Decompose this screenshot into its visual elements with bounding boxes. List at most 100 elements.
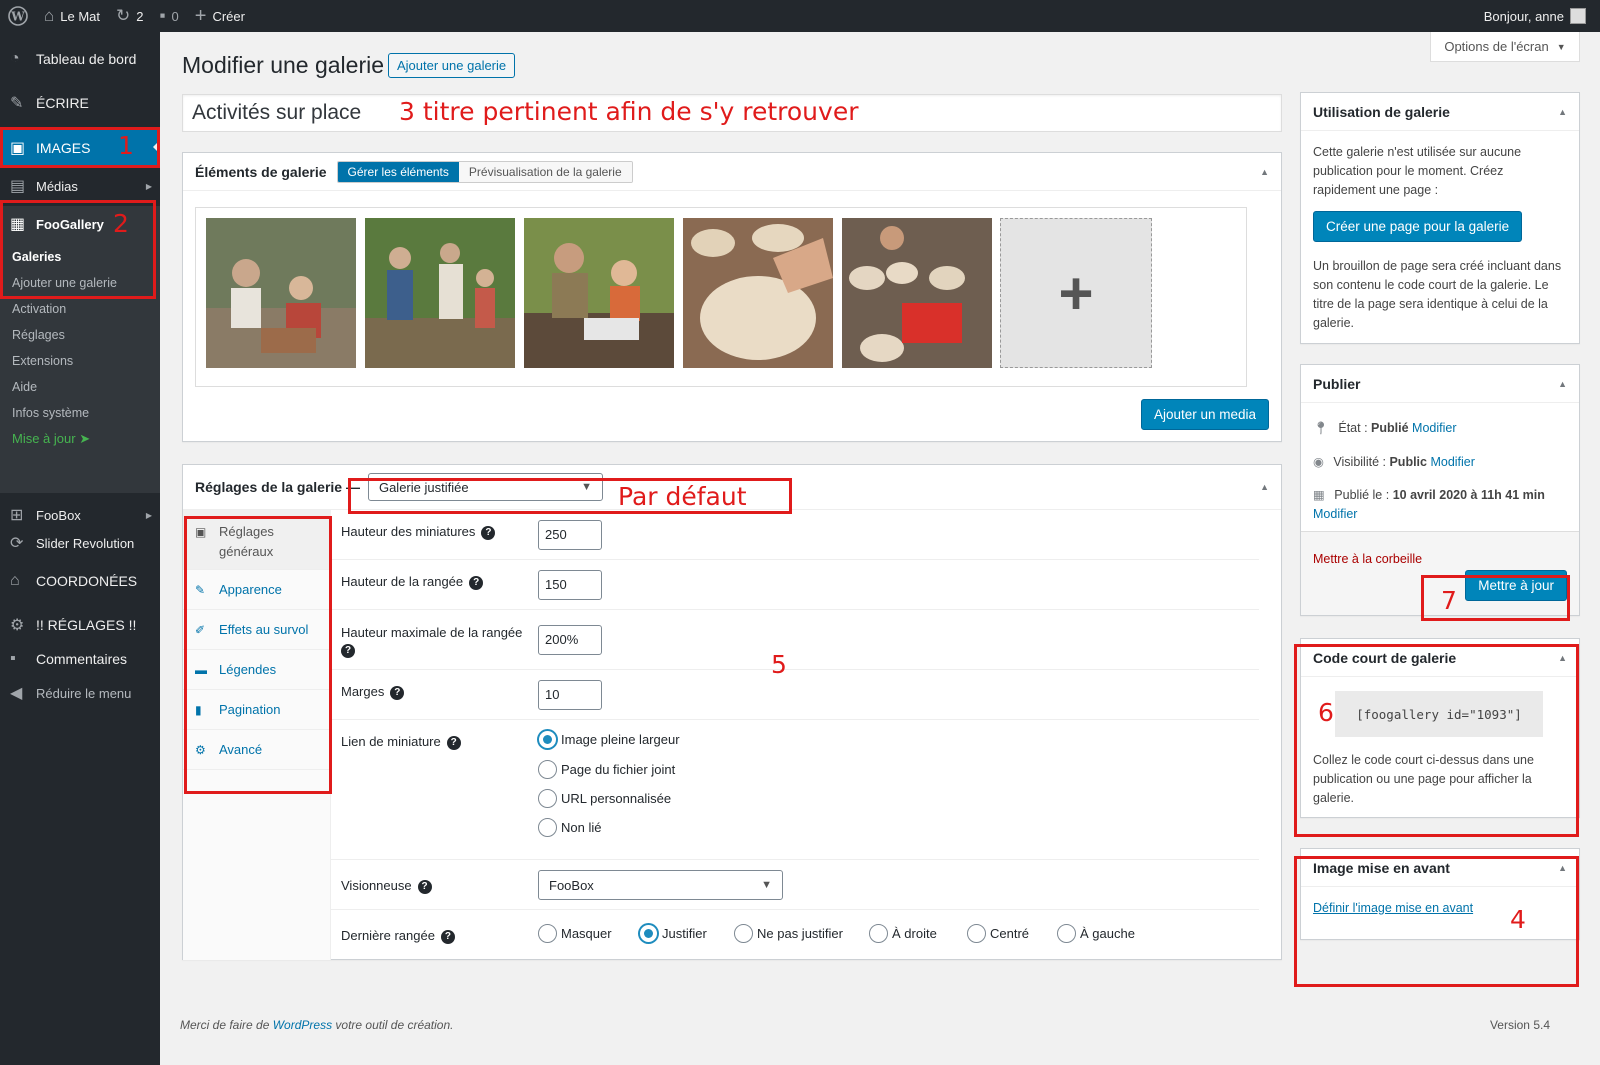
menu-contact[interactable]: ⌂ COORDONÉES (0, 564, 160, 598)
refresh-icon: ↻ (116, 6, 131, 25)
gallery-thumbnail[interactable] (683, 218, 833, 368)
thumb-height-input[interactable]: 250 (538, 520, 602, 550)
collapse-arrow-icon[interactable]: ▲ (1260, 167, 1269, 177)
gallery-thumbnail[interactable] (206, 218, 356, 368)
updates-link[interactable]: ↻ 2 (108, 0, 151, 32)
menu-dashboard[interactable]: ◔ Tableau de bord (0, 42, 160, 76)
trash-link[interactable]: Mettre à la corbeille (1313, 550, 1422, 569)
footer-suffix: votre outil de création. (335, 1018, 454, 1032)
submenu-update[interactable]: Mise à jour ➤ (12, 431, 90, 447)
gallery-thumbnail[interactable] (524, 218, 674, 368)
radio-last-row-justify[interactable]: Justifier (639, 924, 707, 943)
gallery-title-value: Activités sur place (192, 101, 362, 124)
menu-label: Tableau de bord (36, 51, 137, 67)
setting-label: Lien de miniature? (341, 734, 461, 750)
wordpress-link[interactable]: WordPress (273, 1018, 332, 1032)
site-link[interactable]: ⌂ Le Mat (36, 0, 108, 32)
annotation-3: 3 titre pertinent afin de s'y retrouver (399, 97, 859, 126)
radio-full-image[interactable]: Image pleine largeur (538, 730, 680, 749)
submenu-system-info[interactable]: Infos système (12, 406, 89, 420)
gallery-items-box: Éléments de galerie Gérer les éléments P… (182, 152, 1282, 442)
tab-manage-items[interactable]: Gérer les éléments (337, 161, 459, 182)
account-menu[interactable]: Bonjour, anne (1484, 8, 1600, 24)
caret-down-icon: ▼ (1556, 41, 1566, 52)
help-icon[interactable]: ? (390, 685, 405, 700)
submenu-activation[interactable]: Activation (12, 302, 66, 316)
screen-options-button[interactable]: Options de l'écran ▼ (1430, 32, 1580, 62)
label-text: Dernière rangée (341, 928, 435, 943)
help-icon[interactable]: ? (446, 735, 461, 750)
annotation-4: 4 (1510, 905, 1526, 934)
lightbox-select[interactable]: FooBox ▼ (538, 870, 783, 900)
page-title: Modifier une galerie (182, 52, 385, 78)
radio-circle (538, 924, 557, 943)
wordpress-logo-icon[interactable]: W (0, 0, 36, 32)
radio-last-row-nojustify[interactable]: Ne pas justifier (734, 924, 843, 943)
setting-label: Visionneuse? (341, 878, 432, 894)
setting-label: Dernière rangée? (341, 928, 455, 944)
setting-label: Hauteur des miniatures? (341, 524, 496, 540)
help-icon[interactable]: ? (341, 643, 355, 658)
gallery-thumbnail[interactable] (842, 218, 992, 368)
menu-write[interactable]: ✎ ÉCRIRE (0, 86, 160, 120)
home-icon: ⌂ (44, 6, 55, 25)
menu-label: Slider Revolution (36, 535, 135, 551)
usage-note: Un brouillon de page sera créé incluant … (1313, 259, 1562, 330)
edit-status-link[interactable]: Modifier (1412, 421, 1456, 435)
help-icon[interactable]: ? (417, 879, 432, 894)
create-page-button[interactable]: Créer une page pour la galerie (1313, 211, 1523, 242)
menu-slider-revolution[interactable]: ⟳ Slider Revolution (0, 526, 160, 560)
help-icon[interactable]: ? (481, 525, 496, 540)
comment-icon: ▪ (159, 6, 166, 25)
margins-input[interactable]: 10 (538, 680, 602, 710)
row-height-input[interactable]: 150 (538, 570, 602, 600)
radio-custom-url[interactable]: URL personnalisée (538, 789, 671, 808)
radio-last-row-left[interactable]: À gauche (1057, 924, 1135, 943)
menu-collapse[interactable]: ◀ Réduire le menu (0, 676, 160, 710)
label-text: Marges (341, 684, 385, 699)
gallery-settings-box: Réglages de la galerie — Galerie justifi… (182, 464, 1282, 960)
radio-last-row-right[interactable]: À droite (869, 924, 937, 943)
radio-last-row-hide[interactable]: Masquer (538, 924, 612, 943)
menu-label: Médias (36, 178, 78, 194)
collapse-arrow-icon[interactable]: ▲ (1558, 379, 1567, 389)
publish-date: ▦ Publié le : 10 avril 2020 à 11h 41 min… (1313, 486, 1573, 524)
menu-comments[interactable]: ▪ Commentaires (0, 642, 160, 676)
add-item-tile[interactable]: + (1000, 218, 1152, 368)
radio-no-link[interactable]: Non lié (538, 818, 601, 837)
add-media-button[interactable]: Ajouter un media (1140, 399, 1269, 430)
radio-circle (1057, 924, 1076, 943)
submenu-settings[interactable]: Réglages (12, 328, 65, 342)
items-view-toggle: Gérer les éléments Prévisualisation de l… (336, 160, 633, 183)
menu-main-settings[interactable]: ⚙ !! RÉGLAGES !! (0, 608, 160, 642)
menu-label: !! RÉGLAGES !! (36, 617, 137, 633)
annotation-box-images (0, 127, 160, 168)
edit-date-link[interactable]: Modifier (1313, 507, 1357, 521)
add-gallery-button[interactable]: Ajouter une galerie (388, 53, 516, 78)
avatar (1570, 8, 1586, 24)
menu-media[interactable]: ▤ Médias ▶ (0, 169, 160, 203)
collapse-arrow-icon[interactable]: ▲ (1558, 107, 1567, 117)
submenu-extensions[interactable]: Extensions (12, 354, 73, 368)
create-link[interactable]: + Créer (187, 0, 253, 32)
help-icon[interactable]: ? (440, 929, 455, 944)
menu-label: Commentaires (36, 651, 128, 667)
submenu-help[interactable]: Aide (12, 380, 37, 394)
radio-label: Image pleine largeur (561, 732, 680, 747)
box-title: Réglages de la galerie — (195, 479, 360, 495)
help-icon[interactable]: ? (469, 575, 484, 590)
collapse-arrow-icon[interactable]: ▲ (1260, 482, 1269, 492)
comments-link[interactable]: ▪ 0 (152, 0, 187, 32)
tab-preview-gallery[interactable]: Prévisualisation de la galerie (458, 161, 632, 182)
edit-visibility-link[interactable]: Modifier (1430, 455, 1474, 469)
radio-attachment-page[interactable]: Page du fichier joint (538, 760, 675, 779)
radio-label: URL personnalisée (561, 791, 672, 806)
radio-last-row-center[interactable]: Centré (967, 924, 1029, 943)
max-row-height-input[interactable]: 200% (538, 625, 602, 655)
gallery-thumbnail[interactable] (365, 218, 515, 368)
gallery-usage-box: Utilisation de galerie ▲ Cette galerie n… (1300, 92, 1580, 344)
annotation-7: 7 (1441, 586, 1457, 615)
date-value: 10 avril 2020 à 11h 41 min (1392, 488, 1545, 502)
setting-thumb-height: Hauteur des miniatures? 250 (331, 510, 1259, 560)
dashboard-icon: ◔ (10, 50, 20, 67)
